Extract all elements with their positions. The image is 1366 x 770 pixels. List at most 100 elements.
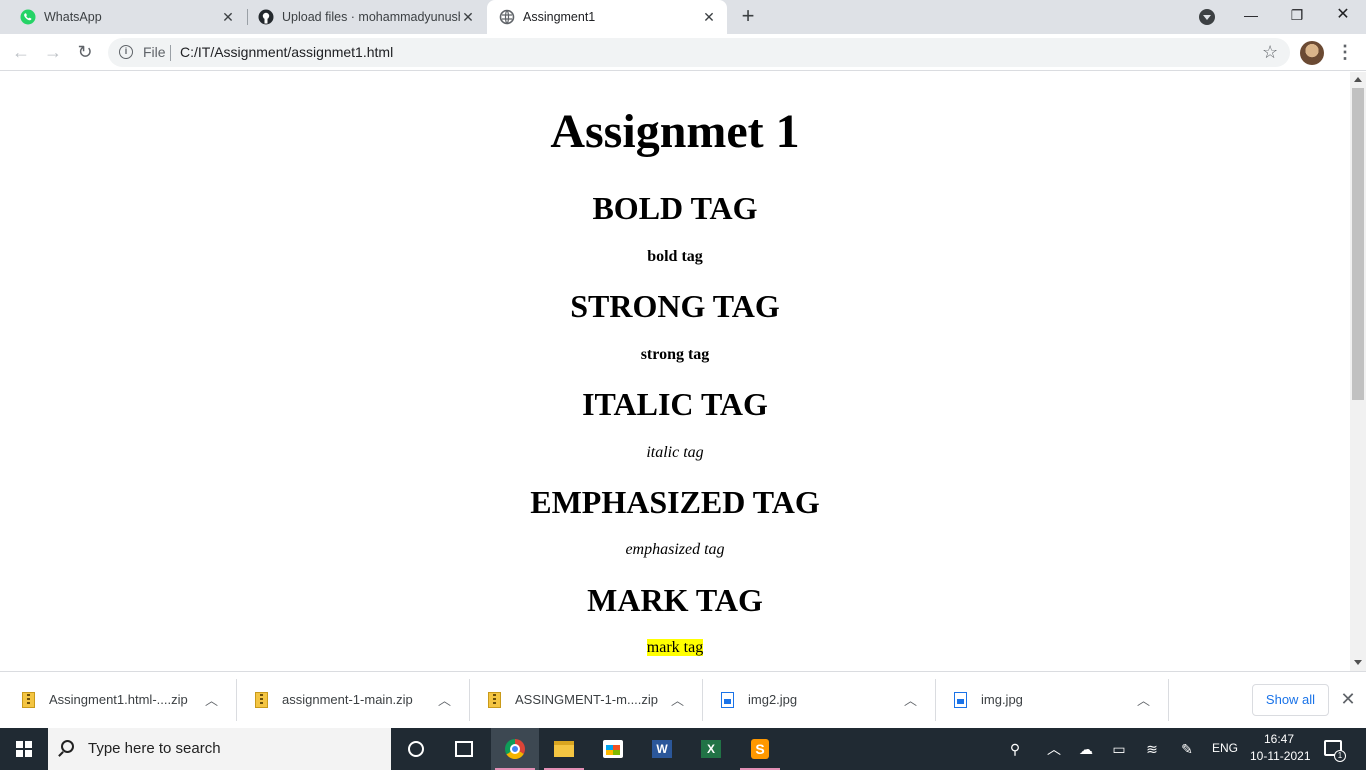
close-window-button[interactable]: ✕ xyxy=(1320,0,1366,32)
image-file-icon xyxy=(954,692,967,708)
scroll-up-icon[interactable] xyxy=(1354,77,1362,82)
folder-icon xyxy=(554,741,574,757)
image-file-icon xyxy=(721,692,734,708)
people-icon[interactable]: ⚲ xyxy=(1005,740,1025,758)
new-tab-button[interactable]: + xyxy=(736,5,760,29)
marked-text: mark tag xyxy=(646,639,704,656)
section-heading: MARK TAG xyxy=(587,582,763,618)
word-icon: W xyxy=(652,740,672,758)
menu-icon[interactable]: ⋮ xyxy=(1336,40,1354,64)
minimize-button[interactable]: — xyxy=(1228,0,1274,32)
wifi-icon[interactable]: ≋ xyxy=(1142,740,1162,758)
chevron-up-icon[interactable]: ︿ xyxy=(904,690,917,709)
info-icon[interactable]: i xyxy=(119,45,133,59)
restore-button[interactable]: ❐ xyxy=(1274,0,1320,32)
excel-icon: X xyxy=(701,740,721,758)
task-view-icon xyxy=(455,741,473,757)
close-shelf-icon[interactable]: ✕ xyxy=(1339,688,1357,710)
pen-icon[interactable]: ✎ xyxy=(1177,740,1197,758)
download-shelf: Assingment1.html-....zip ︿ assignment-1-… xyxy=(0,671,1366,728)
search-placeholder: Type here to search xyxy=(88,740,221,757)
page-title: Assignmet 1 xyxy=(550,105,800,158)
page-content: Assignmet 1 BOLD TAG bold tag STRONG TAG… xyxy=(0,72,1350,671)
zip-file-icon xyxy=(488,692,501,708)
page-scrollbar[interactable] xyxy=(1350,72,1366,671)
tab-title: WhatsApp xyxy=(44,10,102,24)
reload-button[interactable]: ↻ xyxy=(73,40,97,64)
windows-taskbar: Type here to search W X S ⚲ ︿ ☁ ▭ ≋ ✎ EN… xyxy=(0,728,1366,770)
section-heading: STRONG TAG xyxy=(570,288,780,324)
tab-close-icon[interactable]: ✕ xyxy=(460,9,476,25)
chrome-icon xyxy=(505,739,525,759)
download-filename: ASSINGMENT-1-m....zip xyxy=(515,692,659,707)
scheme-label: File xyxy=(143,44,166,60)
emphasized-text: emphasized tag xyxy=(625,541,725,558)
download-item[interactable]: assignment-1-main.zip ︿ xyxy=(233,672,466,728)
bold-text: bold tag xyxy=(647,248,703,265)
forward-button[interactable]: → xyxy=(41,40,65,64)
search-icon xyxy=(61,740,74,753)
browser-toolbar: ← → ↻ i File C:/IT/Assignment/assignmet1… xyxy=(0,34,1366,71)
italic-text: italic tag xyxy=(646,444,704,461)
section-heading: EMPHASIZED TAG xyxy=(530,484,820,520)
profile-avatar[interactable] xyxy=(1300,41,1324,65)
chevron-up-icon[interactable]: ︿ xyxy=(1137,690,1150,709)
download-item[interactable]: img.jpg ︿ xyxy=(932,672,1165,728)
sublime-text-icon: S xyxy=(751,739,769,759)
windows-logo-icon xyxy=(16,741,32,757)
tab-title: Upload files · mohammadyunush xyxy=(282,10,460,24)
clock-time[interactable]: 16:47 xyxy=(1264,732,1294,746)
section-heading: BOLD TAG xyxy=(592,190,758,226)
excel-button[interactable]: X xyxy=(687,728,735,770)
download-filename: Assingment1.html-....zip xyxy=(49,692,188,707)
sublime-text-button[interactable]: S xyxy=(736,728,784,770)
onedrive-icon[interactable]: ☁ xyxy=(1076,740,1096,758)
section-text: italic tag xyxy=(0,443,1350,463)
url-text[interactable]: C:/IT/Assignment/assignmet1.html xyxy=(180,44,393,60)
tab-close-icon[interactable]: ✕ xyxy=(701,9,717,25)
whatsapp-icon xyxy=(20,9,36,25)
download-filename: assignment-1-main.zip xyxy=(282,692,413,707)
address-separator xyxy=(170,45,171,61)
task-view-button[interactable] xyxy=(440,728,488,770)
download-item[interactable]: Assingment1.html-....zip ︿ xyxy=(0,672,233,728)
store-button[interactable] xyxy=(589,728,637,770)
tab-whatsapp[interactable]: WhatsApp ✕ xyxy=(0,0,246,34)
address-bar[interactable]: i File C:/IT/Assignment/assignmet1.html … xyxy=(108,38,1290,67)
store-icon xyxy=(603,740,623,758)
section-text: strong tag xyxy=(0,345,1350,365)
chevron-up-icon[interactable]: ︿ xyxy=(438,690,451,709)
back-button[interactable]: ← xyxy=(9,40,33,64)
download-filename: img.jpg xyxy=(981,692,1023,707)
strong-text: strong tag xyxy=(640,346,710,363)
bookmark-star-icon[interactable]: ☆ xyxy=(1262,42,1278,62)
notification-count: 1 xyxy=(1334,750,1346,762)
tab-github[interactable]: Upload files · mohammadyunush ✕ xyxy=(238,0,486,34)
section-heading: ITALIC TAG xyxy=(582,386,768,422)
clock-date[interactable]: 10-11-2021 xyxy=(1250,749,1311,763)
tab-strip: WhatsApp ✕ Upload files · mohammadyunush… xyxy=(0,0,1366,34)
cortana-button[interactable] xyxy=(392,728,440,770)
tab-search-icon[interactable] xyxy=(1199,9,1215,25)
file-explorer-button[interactable] xyxy=(540,728,588,770)
chevron-up-icon[interactable]: ︿ xyxy=(671,690,684,709)
chevron-up-icon[interactable]: ︿ xyxy=(1044,740,1064,758)
download-item[interactable]: ASSINGMENT-1-m....zip ︿ xyxy=(466,672,699,728)
section-text: bold tag xyxy=(0,247,1350,267)
section-text: emphasized tag xyxy=(0,540,1350,560)
battery-icon[interactable]: ▭ xyxy=(1109,740,1129,758)
download-filename: img2.jpg xyxy=(748,692,798,707)
download-separator xyxy=(1168,679,1169,721)
download-item[interactable]: img2.jpg ︿ xyxy=(699,672,932,728)
taskbar-search-box[interactable]: Type here to search xyxy=(48,728,391,770)
tab-close-icon[interactable]: ✕ xyxy=(220,9,236,25)
chevron-up-icon[interactable]: ︿ xyxy=(205,690,218,709)
chrome-taskbar-button[interactable] xyxy=(491,728,539,770)
word-button[interactable]: W xyxy=(638,728,686,770)
start-button[interactable] xyxy=(0,728,48,770)
tab-assingment1[interactable]: Assingment1 ✕ xyxy=(487,0,727,34)
language-indicator[interactable]: ENG xyxy=(1212,741,1238,755)
scroll-down-icon[interactable] xyxy=(1354,660,1362,665)
show-all-button[interactable]: Show all xyxy=(1252,684,1329,716)
scroll-thumb[interactable] xyxy=(1352,88,1364,400)
